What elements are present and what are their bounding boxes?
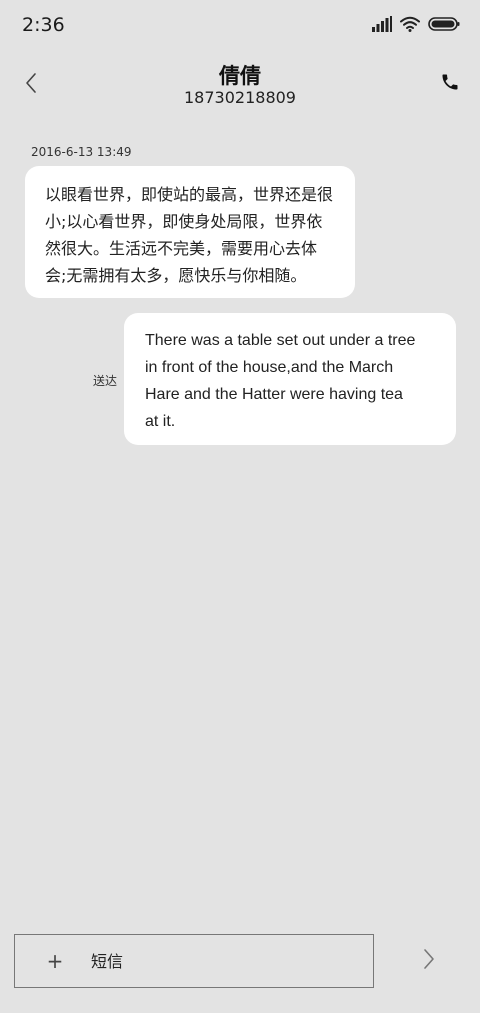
message-line: at it. [145, 413, 176, 430]
outgoing-message-bubble[interactable]: There was a table set out under a tree i… [124, 313, 456, 445]
message-line: 以眼看世界，即使站的最高，世界还是很 [45, 185, 334, 204]
incoming-message-bubble[interactable]: 以眼看世界，即使站的最高，世界还是很 小;以心看世界，即使身处局限，世界依 然很… [25, 166, 355, 298]
conversation-header: 倩倩 18730218809 [0, 52, 480, 120]
send-button[interactable] [414, 944, 444, 974]
add-attachment-button[interactable]: + [43, 947, 67, 975]
status-bar: 2:36 [0, 0, 480, 52]
message-composer: + [14, 934, 374, 988]
delivery-status: 送达 [93, 374, 118, 388]
signal-icon [372, 16, 392, 32]
chevron-right-icon [424, 949, 434, 969]
status-time: 2:36 [22, 14, 65, 36]
status-icons [372, 16, 460, 32]
message-line: 小;以心看世界，即使身处局限，世界依 [45, 212, 323, 231]
call-button[interactable] [438, 70, 462, 94]
contact-number: 18730218809 [184, 88, 296, 107]
phone-icon [442, 74, 458, 90]
message-line: Hare and the Hatter were having tea [145, 386, 403, 403]
message-line: in front of the house,and the March [145, 359, 394, 376]
contact-name: 倩倩 [219, 64, 261, 88]
message-timestamp: 2016-6-13 13:49 [31, 145, 132, 159]
message-line: 会;无需拥有太多，愿快乐与你相随。 [45, 266, 307, 285]
wifi-icon [400, 16, 420, 32]
battery-icon [428, 17, 460, 31]
message-line: There was a table set out under a tree [145, 332, 416, 349]
message-input[interactable] [91, 946, 351, 976]
message-line: 然很大。生活远不完美，需要用心去体 [45, 239, 318, 258]
